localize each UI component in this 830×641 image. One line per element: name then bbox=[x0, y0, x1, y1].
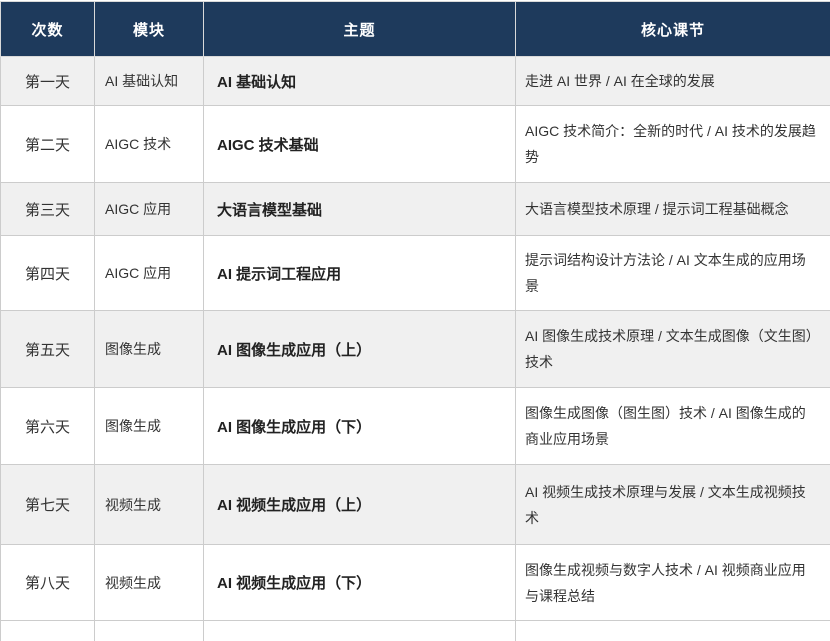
course-schedule: 次数模块主题核心课节 第一天AI 基础认知AI 基础认知走进 AI 世界 / A… bbox=[0, 1, 830, 641]
cell-topic: 大语言模型基础 bbox=[204, 183, 516, 236]
cell-day: 第五天 bbox=[1, 311, 95, 388]
header-cell-topic: 主题 bbox=[204, 2, 516, 57]
table-row: 第六天图像生成AI 图像生成应用（下）图像生成图像（图生图）技术 / AI 图像… bbox=[1, 388, 830, 465]
cell-day: 第三天 bbox=[1, 183, 95, 236]
cell-lessons: 图像生成图像（图生图）技术 / AI 图像生成的商业应用场景 bbox=[516, 388, 830, 465]
cell-topic: AIGC 技术基础 bbox=[204, 106, 516, 183]
cell-module: 图像生成 bbox=[95, 311, 204, 388]
cell-lessons: AIGC 技术简介：全新的时代 / AI 技术的发展趋势 bbox=[516, 106, 830, 183]
empty-cell bbox=[95, 621, 204, 641]
cell-day: 第七天 bbox=[1, 465, 95, 545]
cell-lessons: 走进 AI 世界 / AI 在全球的发展 bbox=[516, 57, 830, 106]
cell-topic: AI 图像生成应用（下） bbox=[204, 388, 516, 465]
table-row: 第八天视频生成AI 视频生成应用（下）图像生成视频与数字人技术 / AI 视频商… bbox=[1, 545, 830, 621]
cell-topic: AI 基础认知 bbox=[204, 57, 516, 106]
cell-day: 第二天 bbox=[1, 106, 95, 183]
empty-cell bbox=[204, 621, 516, 641]
header-cell-lessons: 核心课节 bbox=[516, 2, 830, 57]
cell-lessons: AI 视频生成技术原理与发展 / 文本生成视频技术 bbox=[516, 465, 830, 545]
empty-cell bbox=[1, 621, 95, 641]
cell-day: 第一天 bbox=[1, 57, 95, 106]
cell-topic: AI 视频生成应用（上） bbox=[204, 465, 516, 545]
table-row: 第七天视频生成AI 视频生成应用（上）AI 视频生成技术原理与发展 / 文本生成… bbox=[1, 465, 830, 545]
cell-topic: AI 图像生成应用（上） bbox=[204, 311, 516, 388]
cell-module: 视频生成 bbox=[95, 465, 204, 545]
cell-lessons: 图像生成视频与数字人技术 / AI 视频商业应用与课程总结 bbox=[516, 545, 830, 621]
cell-module: AI 基础认知 bbox=[95, 57, 204, 106]
cell-module: AIGC 应用 bbox=[95, 236, 204, 311]
cell-day: 第四天 bbox=[1, 236, 95, 311]
course-table: 次数模块主题核心课节 第一天AI 基础认知AI 基础认知走进 AI 世界 / A… bbox=[0, 1, 830, 641]
table-row: 第一天AI 基础认知AI 基础认知走进 AI 世界 / AI 在全球的发展 bbox=[1, 57, 830, 106]
cell-day: 第六天 bbox=[1, 388, 95, 465]
table-header-row: 次数模块主题核心课节 bbox=[1, 2, 830, 57]
table-row: 第三天AIGC 应用大语言模型基础大语言模型技术原理 / 提示词工程基础概念 bbox=[1, 183, 830, 236]
cell-module: AIGC 应用 bbox=[95, 183, 204, 236]
table-row: 第二天AIGC 技术AIGC 技术基础AIGC 技术简介：全新的时代 / AI … bbox=[1, 106, 830, 183]
table-row-partial bbox=[1, 621, 830, 641]
cell-module: 图像生成 bbox=[95, 388, 204, 465]
cell-lessons: AI 图像生成技术原理 / 文本生成图像（文生图）技术 bbox=[516, 311, 830, 388]
table-row: 第五天图像生成AI 图像生成应用（上）AI 图像生成技术原理 / 文本生成图像（… bbox=[1, 311, 830, 388]
table-row: 第四天AIGC 应用AI 提示词工程应用提示词结构设计方法论 / AI 文本生成… bbox=[1, 236, 830, 311]
cell-topic: AI 视频生成应用（下） bbox=[204, 545, 516, 621]
header-cell-day: 次数 bbox=[1, 2, 95, 57]
cell-topic: AI 提示词工程应用 bbox=[204, 236, 516, 311]
cell-module: AIGC 技术 bbox=[95, 106, 204, 183]
cell-lessons: 提示词结构设计方法论 / AI 文本生成的应用场景 bbox=[516, 236, 830, 311]
header-cell-module: 模块 bbox=[95, 2, 204, 57]
empty-cell bbox=[516, 621, 830, 641]
cell-module: 视频生成 bbox=[95, 545, 204, 621]
cell-day: 第八天 bbox=[1, 545, 95, 621]
cell-lessons: 大语言模型技术原理 / 提示词工程基础概念 bbox=[516, 183, 830, 236]
